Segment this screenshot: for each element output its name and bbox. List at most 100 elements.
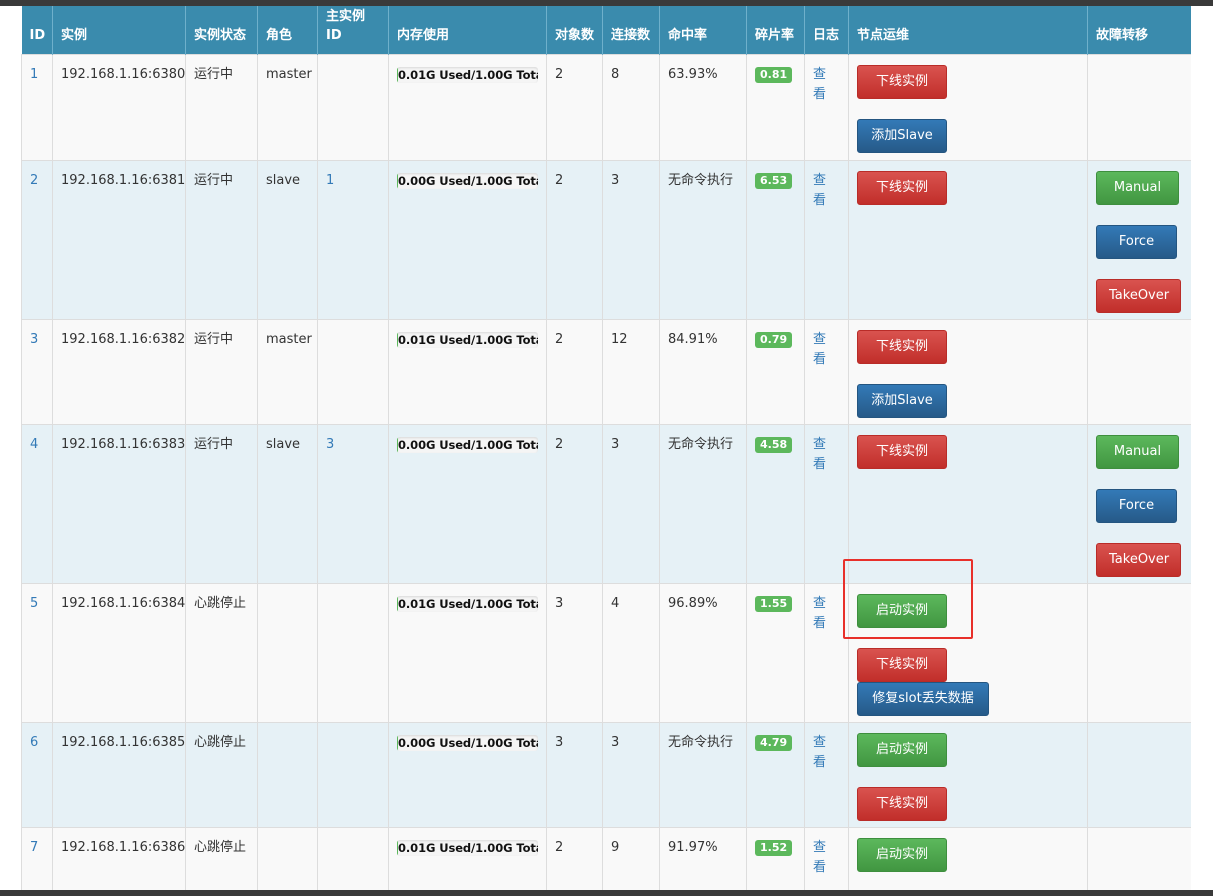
table-row: 5 192.168.1.16:6384 心跳停止 0.01G Used/1.00G T… [21,582,1191,723]
memory-usage-text: 0.01G Used/1.00G Total [398,332,538,347]
takeover-failover-button[interactable]: TakeOver [1096,278,1181,313]
force-failover-button[interactable]: Force [1096,224,1177,259]
cell-id: 7 [21,826,53,890]
instance-id-link[interactable]: 7 [30,840,38,855]
cell-memory: 0.00G Used/1.00G Total [388,159,547,320]
takeover-failover-button[interactable]: TakeOver [1096,542,1181,577]
cell-hit-rate: 96.89% [659,582,747,723]
master-id-link[interactable]: 1 [326,173,334,188]
add-slave-button[interactable]: 添加Slave [857,383,947,418]
header-master-id: 主实例ID [317,6,389,54]
view-log-link[interactable]: 查看 [813,596,826,631]
instance-table: ID 实例 实例状态 角色 主实例ID 内存使用 对象数 连接数 命中率 碎片率… [21,6,1191,890]
cell-log: 查看 [804,721,849,828]
cell-log: 查看 [804,159,849,320]
header-fragmentation: 碎片率 [746,6,805,54]
cell-failover [1087,721,1191,828]
cell-status: 运行中 [185,318,258,425]
cell-node-ops: 下线实例添加Slave [848,53,1088,161]
cell-hit-rate: 84.91% [659,318,747,425]
fragmentation-badge: 4.79 [755,734,793,751]
memory-progress-bar: 0.01G Used/1.00G Total [397,66,538,83]
manual-failover-button[interactable]: Manual [1096,434,1179,469]
memory-progress-bar: 0.00G Used/1.00G Total [397,172,538,189]
header-hit-rate: 命中率 [659,6,747,54]
cell-fragmentation: 1.52 [746,826,805,890]
add-slave-button[interactable]: 添加Slave [857,118,947,153]
view-log-link[interactable]: 查看 [813,840,826,875]
cell-master-id [317,53,389,161]
offline-instance-button[interactable]: 下线实例 [857,329,947,364]
cell-instance: 192.168.1.16:6381 [52,159,186,320]
cell-hit-rate: 91.97% [659,826,747,890]
memory-usage-text: 0.01G Used/1.00G Total [398,840,538,855]
cell-failover [1087,582,1191,723]
header-objects: 对象数 [546,6,603,54]
cell-fragmentation: 0.79 [746,318,805,425]
force-failover-button[interactable]: Force [1096,488,1177,523]
cell-log: 查看 [804,318,849,425]
memory-usage-text: 0.00G Used/1.00G Total [398,437,538,452]
cell-objects: 2 [546,423,603,584]
cell-node-ops: 启动实例下线实例 [848,721,1088,828]
view-log-link[interactable]: 查看 [813,437,826,472]
master-id-link[interactable]: 3 [326,437,334,452]
view-log-link[interactable]: 查看 [813,67,826,102]
manual-failover-button[interactable]: Manual [1096,170,1179,205]
header-node-ops: 节点运维 [848,6,1088,54]
instance-id-link[interactable]: 6 [30,735,38,750]
instance-id-link[interactable]: 4 [30,437,38,452]
fragmentation-badge: 0.81 [755,66,793,83]
view-log-link[interactable]: 查看 [813,332,826,367]
cell-memory: 0.01G Used/1.00G Total [388,582,547,723]
cell-fragmentation: 1.55 [746,582,805,723]
instance-id-link[interactable]: 1 [30,67,38,82]
cell-role: master [257,318,318,425]
cell-fragmentation: 6.53 [746,159,805,320]
table-header-row: ID 实例 实例状态 角色 主实例ID 内存使用 对象数 连接数 命中率 碎片率… [21,6,1191,54]
fragmentation-badge: 1.52 [755,839,793,856]
instance-id-link[interactable]: 3 [30,332,38,347]
header-memory: 内存使用 [388,6,547,54]
fragmentation-badge: 0.79 [755,331,793,348]
offline-instance-button[interactable]: 下线实例 [857,64,947,99]
start-instance-button[interactable]: 启动实例 [857,837,947,872]
cell-memory: 0.00G Used/1.00G Total [388,423,547,584]
cell-connections: 4 [602,582,660,723]
cell-master-id [317,582,389,723]
cell-connections: 9 [602,826,660,890]
header-log: 日志 [804,6,849,54]
cell-id: 6 [21,721,53,828]
cell-master-id [317,318,389,425]
memory-usage-text: 0.00G Used/1.00G Total [398,735,538,750]
view-log-link[interactable]: 查看 [813,173,826,208]
cell-instance: 192.168.1.16:6385 [52,721,186,828]
memory-progress-bar: 0.01G Used/1.00G Total [397,839,538,856]
offline-instance-button[interactable]: 下线实例 [857,170,947,205]
highlight-box-start-instance [843,559,973,639]
cell-failover [1087,53,1191,161]
cell-status: 心跳停止 [185,582,258,723]
cell-fragmentation: 4.79 [746,721,805,828]
cell-role: slave [257,159,318,320]
table-row: 2 192.168.1.16:6381 运行中 slave 1 0.00G Used/1.… [21,159,1191,320]
cell-status: 心跳停止 [185,826,258,890]
header-status: 实例状态 [185,6,258,54]
offline-instance-button[interactable]: 下线实例 [857,647,947,682]
start-instance-button[interactable]: 启动实例 [857,732,947,767]
offline-instance-button[interactable]: 下线实例 [857,786,947,821]
offline-instance-button[interactable]: 下线实例 [857,434,947,469]
table-row: 6 192.168.1.16:6385 心跳停止 0.00G Used/1.00G T… [21,721,1191,828]
cell-node-ops: 下线实例 [848,159,1088,320]
cell-fragmentation: 4.58 [746,423,805,584]
memory-usage-text: 0.01G Used/1.00G Total [398,67,538,82]
cell-failover: Manual Force TakeOver [1087,159,1191,320]
cell-node-ops: 下线实例添加Slave [848,318,1088,425]
repair-slot-data-button[interactable]: 修复slot丢失数据 [857,681,989,716]
instance-id-link[interactable]: 2 [30,173,38,188]
cell-memory: 0.01G Used/1.00G Total [388,318,547,425]
instance-id-link[interactable]: 5 [30,596,38,611]
cell-memory: 0.00G Used/1.00G Total [388,721,547,828]
view-log-link[interactable]: 查看 [813,735,826,770]
cell-log: 查看 [804,826,849,890]
